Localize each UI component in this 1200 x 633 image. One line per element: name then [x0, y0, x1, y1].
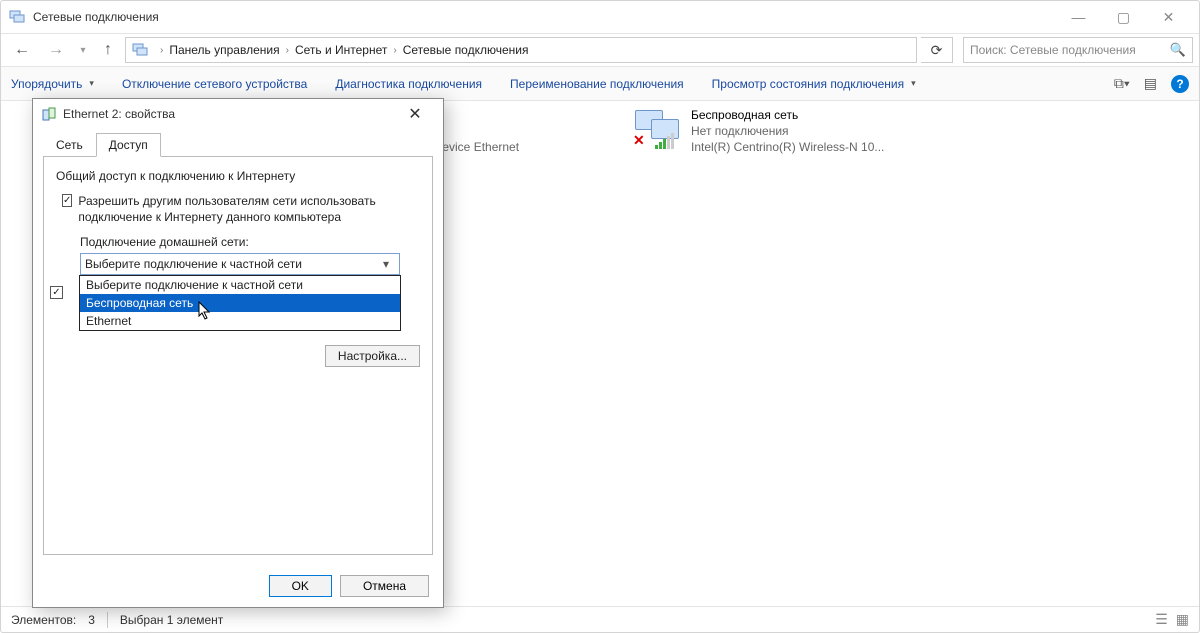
home-network-combobox[interactable]: Выберите подключение к частной сети ▾ [80, 253, 400, 275]
view-details-icon[interactable]: ☰ [1155, 611, 1168, 628]
breadcrumb-item[interactable]: Сеть и Интернет [295, 43, 387, 57]
dialog-titlebar: Ethernet 2: свойства ✕ [33, 99, 443, 129]
chevron-right-icon: › [286, 45, 289, 56]
ok-button[interactable]: OK [269, 575, 332, 597]
breadcrumb-item[interactable]: Сетевые подключения [403, 43, 529, 57]
view-layout-icon[interactable]: ⧉▾ [1114, 75, 1130, 92]
chevron-right-icon: › [160, 45, 163, 56]
close-button[interactable]: ✕ [1146, 1, 1191, 33]
disable-device-button[interactable]: Отключение сетевого устройства [122, 77, 307, 91]
tab-sharing[interactable]: Доступ [96, 133, 161, 157]
command-bar: Упорядочить Отключение сетевого устройст… [1, 67, 1199, 101]
view-status-button[interactable]: Просмотр состояния подключения [712, 77, 916, 91]
signal-bars-icon [655, 133, 674, 149]
search-placeholder: Поиск: Сетевые подключения [970, 43, 1136, 57]
connection-device: Intel(R) Centrino(R) Wireless-N 10... [691, 139, 884, 155]
dialog-button-row: OK Отмена [33, 565, 443, 607]
wireless-icon: ✕ [635, 107, 683, 147]
nav-recent-dropdown[interactable]: ▾ [75, 35, 91, 65]
breadcrumb[interactable]: › Панель управления › Сеть и Интернет › … [125, 37, 917, 63]
allow-sharing-checkbox[interactable]: ✓ [62, 194, 72, 207]
home-network-label: Подключение домашней сети: [80, 235, 420, 249]
status-bar: Элементов: 3 Выбран 1 элемент ☰ ▦ [1, 606, 1199, 632]
dialog-title: Ethernet 2: свойства [63, 107, 175, 121]
nav-back-button[interactable]: ← [7, 35, 37, 65]
nav-up-button[interactable]: ↑ [95, 35, 121, 65]
allow-sharing-label: Разрешить другим пользователям сети испо… [78, 193, 420, 225]
preview-pane-icon[interactable]: ▤ [1144, 75, 1157, 92]
network-connections-icon [9, 9, 25, 25]
status-count-label: Элементов: [11, 613, 76, 627]
allow-control-checkbox[interactable]: ✓ [50, 286, 63, 299]
connection-item-wireless[interactable]: ✕ Беспроводная сеть Нет подключения Inte… [635, 107, 884, 156]
titlebar: Сетевые подключения — ▢ ✕ [1, 1, 1199, 33]
breadcrumb-icon [132, 42, 148, 58]
nav-forward-button[interactable]: → [41, 35, 71, 65]
window-title: Сетевые подключения [33, 10, 159, 24]
search-box[interactable]: Поиск: Сетевые подключения 🔍 [963, 37, 1193, 63]
view-tiles-icon[interactable]: ▦ [1176, 611, 1189, 628]
disconnected-x-icon: ✕ [633, 132, 645, 149]
dialog-body: Общий доступ к подключению к Интернету ✓… [43, 156, 433, 555]
organize-menu[interactable]: Упорядочить [11, 77, 94, 91]
breadcrumb-item[interactable]: Панель управления [169, 43, 279, 57]
dialog-close-button[interactable]: ✕ [395, 99, 435, 129]
help-icon[interactable]: ? [1171, 75, 1189, 93]
status-selection: Выбран 1 элемент [120, 613, 223, 627]
search-icon: 🔍 [1170, 42, 1186, 58]
diagnose-button[interactable]: Диагностика подключения [335, 77, 482, 91]
dropdown-option[interactable]: Ethernet [80, 312, 400, 330]
sharing-group-label: Общий доступ к подключению к Интернету [56, 169, 420, 183]
dropdown-option-selected[interactable]: Беспроводная сеть [80, 294, 400, 312]
settings-button[interactable]: Настройка... [325, 345, 420, 367]
combobox-dropdown: Выберите подключение к частной сети Бесп… [79, 275, 401, 331]
adapter-icon [41, 106, 57, 122]
rename-button[interactable]: Переименование подключения [510, 77, 684, 91]
status-count-value: 3 [88, 613, 95, 627]
combobox-value: Выберите подключение к частной сети [85, 257, 377, 271]
connection-status: Нет подключения [691, 123, 884, 139]
chevron-down-icon: ▾ [377, 257, 395, 271]
dropdown-option[interactable]: Выберите подключение к частной сети [80, 276, 400, 294]
address-bar-row: ← → ▾ ↑ › Панель управления › Сеть и Инт… [1, 33, 1199, 67]
cancel-button[interactable]: Отмена [340, 575, 429, 597]
minimize-button[interactable]: — [1056, 1, 1101, 33]
dialog-tabs: Сеть Доступ [33, 129, 443, 157]
chevron-right-icon: › [393, 45, 396, 56]
maximize-button[interactable]: ▢ [1101, 1, 1146, 33]
properties-dialog: Ethernet 2: свойства ✕ Сеть Доступ Общий… [32, 98, 444, 608]
connection-name: Беспроводная сеть [691, 107, 884, 123]
refresh-button[interactable]: ⟳ [921, 37, 953, 63]
tab-network[interactable]: Сеть [43, 133, 96, 157]
